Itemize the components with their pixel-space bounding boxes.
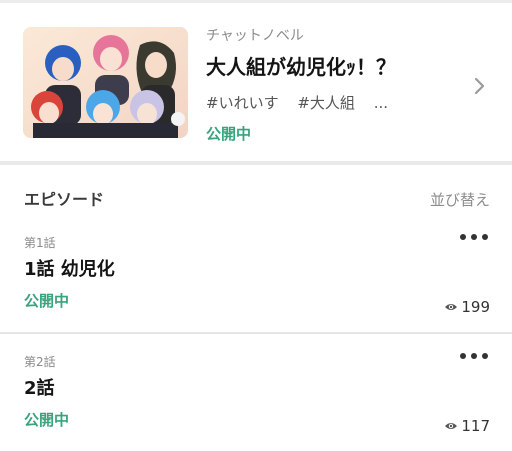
tag-otonagumi[interactable]: #大人組 (297, 94, 355, 112)
eye-icon (445, 423, 458, 429)
episodes-section-title: エピソード (24, 190, 105, 209)
story-card[interactable]: チャットノベル 大人組が幼児化ｯ！？ #いれいす #大人組 ... 公開中 (0, 3, 512, 161)
episode-number: 第1話 (24, 236, 56, 250)
story-title: 大人組が幼児化ｯ！？ (206, 55, 396, 79)
story-status-badge: 公開中 (206, 125, 252, 143)
sort-button[interactable]: 並び替え (430, 189, 490, 211)
more-dot-icon (460, 234, 466, 240)
episode-status-badge: 公開中 (24, 411, 70, 429)
more-dot-icon (471, 353, 477, 359)
view-count-value: 117 (461, 417, 490, 435)
eye-icon (445, 304, 458, 310)
story-cover-image (23, 27, 188, 138)
tag-ireisu[interactable]: #いれいす (206, 94, 279, 112)
story-tags: #いれいす #大人組 ... (206, 93, 402, 113)
episode-title: 1話 幼児化 (24, 259, 115, 280)
more-dot-icon (460, 353, 466, 359)
cover-illustration (23, 27, 188, 138)
episode-item[interactable]: 第1話 1話 幼児化 公開中 199 (0, 215, 512, 333)
episodes-header: エピソード 並び替え (0, 165, 512, 217)
more-dot-icon (482, 353, 488, 359)
episode-number: 第2話 (24, 355, 56, 369)
episode-view-count: 117 (444, 416, 490, 436)
episode-view-count: 199 (444, 297, 490, 317)
story-meta: チャットノベル 大人組が幼児化ｯ！？ #いれいす #大人組 ... 公開中 (206, 27, 456, 143)
more-dot-icon (482, 234, 488, 240)
episode-status-badge: 公開中 (24, 292, 70, 310)
tags-ellipsis: ... (373, 94, 389, 112)
view-count-value: 199 (461, 298, 490, 316)
story-category: チャットノベル (206, 28, 304, 44)
more-options-button[interactable] (460, 346, 488, 366)
chevron-right-icon[interactable] (474, 77, 486, 95)
more-dot-icon (471, 234, 477, 240)
more-options-button[interactable] (460, 227, 488, 247)
episode-title: 2話 (24, 378, 55, 399)
episode-item[interactable]: 第2話 2話 公開中 117 (0, 334, 512, 451)
